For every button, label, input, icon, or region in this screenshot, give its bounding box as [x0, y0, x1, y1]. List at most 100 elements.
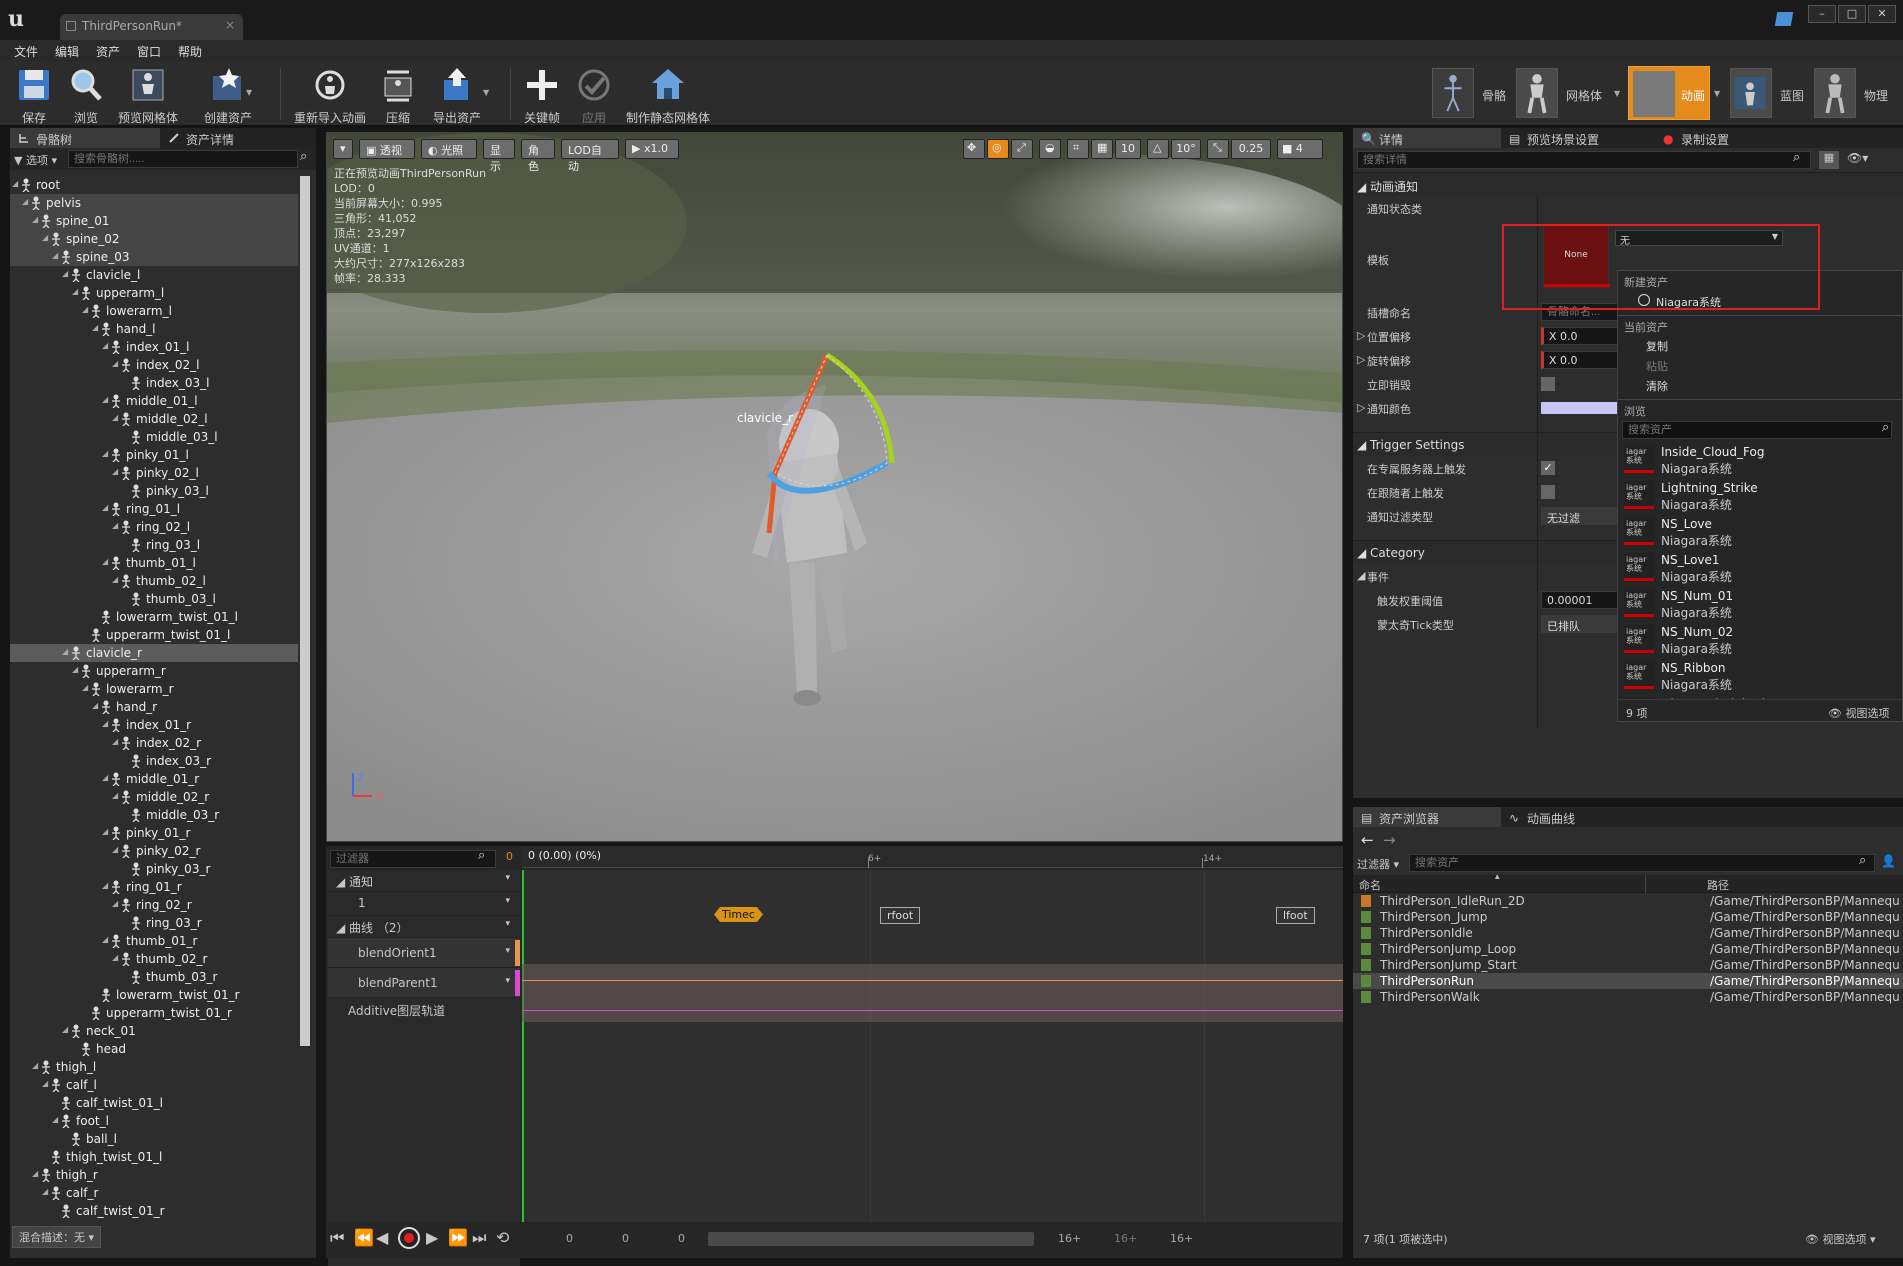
expand-arrow-icon[interactable]: ◢ — [102, 827, 108, 836]
loop-icon[interactable]: ⟲ — [496, 1228, 509, 1247]
expand-arrow-icon[interactable]: ◢ — [102, 719, 108, 728]
mesh-mode-dropdown-icon[interactable]: ▼ — [1614, 89, 1620, 98]
animation-mode-dropdown-icon[interactable]: ▼ — [1714, 89, 1720, 98]
bone-row[interactable]: middle_03_r — [10, 806, 298, 824]
tab-asset-details[interactable]: 资产详情 — [160, 128, 310, 148]
asset-row[interactable]: ThirdPersonWalk/Game/ThirdPersonBP/Manne… — [1353, 989, 1903, 1005]
bone-row[interactable]: lowerarm_twist_01_l — [10, 608, 298, 626]
grid-snap-icon[interactable]: ▦ — [1091, 139, 1113, 159]
expand-arrow-icon[interactable]: ◢ — [82, 683, 88, 692]
expand-arrow-icon[interactable]: ◢ — [62, 269, 68, 278]
lit-button[interactable]: ◐ 光照 — [421, 139, 477, 159]
grid-snap-value[interactable]: 10 — [1115, 139, 1141, 159]
server-checkbox-checked-icon[interactable]: ✓ — [1541, 461, 1555, 475]
notify-marker[interactable]: lfoot — [1276, 907, 1315, 924]
search-icon[interactable]: ⌕ — [300, 149, 307, 164]
bone-row[interactable]: ◢ thumb_01_r — [10, 932, 298, 950]
close-tab-icon[interactable]: × — [225, 18, 235, 32]
asset-list-item[interactable]: iagar 系统 NS_Num_01 Niagara系统 — [1618, 585, 1902, 621]
bone-row[interactable]: ◢ clavicle_r — [10, 644, 298, 662]
expand-arrow-icon[interactable]: ◢ — [42, 233, 48, 242]
create-asset-dropdown-icon[interactable]: ▼ — [246, 88, 252, 97]
timeline-scrollbar[interactable] — [708, 1232, 1034, 1246]
bone-row[interactable]: ◢ ring_02_l — [10, 518, 298, 536]
expand-arrow-icon[interactable]: ◢ — [32, 215, 38, 224]
track-notifies[interactable]: ◢ 通知 ▾ — [328, 870, 520, 892]
compress-button[interactable]: 压缩 — [374, 62, 422, 126]
tick-type-combo[interactable]: 已排队 — [1541, 615, 1619, 633]
bone-row[interactable]: ball_l — [10, 1130, 298, 1148]
world-local-icon[interactable]: ◒ — [1039, 139, 1061, 159]
minimize-button[interactable]: – — [1808, 5, 1836, 23]
browser-search-icon[interactable]: ⌕ — [1859, 853, 1866, 868]
bone-row[interactable]: ring_03_r — [10, 914, 298, 932]
bone-row[interactable]: ◢ spine_03 — [10, 248, 298, 266]
bone-row[interactable]: ◢ upperarm_l — [10, 284, 298, 302]
expand-arrow-icon[interactable]: ◢ — [92, 701, 98, 710]
bone-row[interactable]: ◢ upperarm_r — [10, 662, 298, 680]
bone-row[interactable]: ◢ neck_01 — [10, 1022, 298, 1040]
asset-list-item[interactable]: iagar 系统 NS_Love Niagara系统 — [1618, 513, 1902, 549]
expand-arrow-icon[interactable]: ◢ — [102, 557, 108, 566]
expand-arrow-icon[interactable]: ◢ — [112, 521, 118, 530]
bone-row[interactable]: lowerarm_twist_01_r — [10, 986, 298, 1004]
expand-arrow-icon[interactable]: ▷ — [1357, 401, 1365, 414]
bone-row[interactable]: pinky_03_l — [10, 482, 298, 500]
physics-mode-icon[interactable] — [1814, 68, 1856, 118]
bone-row[interactable]: upperarm_twist_01_l — [10, 626, 298, 644]
maximize-button[interactable]: □ — [1838, 5, 1866, 23]
range-end[interactable]: 16+ — [1170, 1232, 1193, 1245]
expand-arrow-icon[interactable]: ◢ — [32, 1169, 38, 1178]
track-blend-orient[interactable]: blendOrient1 ▾ — [328, 938, 520, 968]
asset-search-icon[interactable]: ⌕ — [1882, 420, 1889, 435]
asset-list-item[interactable]: iagar 系统 NS_Love1 Niagara系统 — [1618, 549, 1902, 585]
character-button[interactable]: 角色 — [521, 139, 555, 173]
track-area[interactable]: Timec rfoot lfoot — [522, 870, 1343, 1222]
bone-row[interactable]: ◢ calf_r — [10, 1184, 298, 1202]
expand-arrow-icon[interactable]: ◢ — [32, 1061, 38, 1070]
tree-scrollbar[interactable] — [300, 176, 310, 1046]
bone-row[interactable]: ◢ ring_01_r — [10, 878, 298, 896]
bone-row[interactable]: thumb_03_r — [10, 968, 298, 986]
options-dropdown[interactable]: ▼ 选项 ▾ — [14, 152, 57, 168]
copy-menu-item[interactable]: 复制 — [1618, 335, 1902, 355]
bone-row[interactable]: ◢ calf_l — [10, 1076, 298, 1094]
expand-arrow-icon[interactable]: ◢ — [62, 647, 68, 656]
expand-arrow-icon[interactable]: ◢ — [92, 323, 98, 332]
asset-row[interactable]: ThirdPersonIdle/Game/ThirdPersonBP/Manne… — [1353, 925, 1903, 941]
expand-arrow-icon[interactable]: ◢ — [112, 575, 118, 584]
bone-row[interactable]: ◢ ring_02_r — [10, 896, 298, 914]
preview-mesh-button[interactable]: 预览网格体 — [116, 62, 180, 126]
menu-file[interactable]: 文件 — [0, 40, 41, 60]
skeleton-mode-icon[interactable] — [1432, 68, 1474, 118]
bone-row[interactable]: ◢ middle_01_l — [10, 392, 298, 410]
record-button[interactable] — [398, 1227, 420, 1249]
tab-asset-browser[interactable]: ▤ 资产浏览器 — [1353, 807, 1501, 827]
expand-arrow-icon[interactable]: ◢ — [102, 503, 108, 512]
bone-row[interactable]: ring_03_l — [10, 536, 298, 554]
expand-arrow-icon[interactable]: ◢ — [102, 395, 108, 404]
lod-button[interactable]: LOD自动 — [561, 139, 619, 173]
expand-arrow-icon[interactable]: ◢ — [112, 953, 118, 962]
work-end[interactable]: 16+ — [1058, 1232, 1081, 1245]
export-asset-button[interactable]: 导出资产 — [428, 62, 486, 126]
bone-row[interactable]: ◢ foot_l — [10, 1112, 298, 1130]
expand-arrow-icon[interactable]: ◢ — [112, 737, 118, 746]
browser-view-options[interactable]: 👁 视图选项 ▾ — [1805, 1231, 1876, 1247]
expand-arrow-icon[interactable]: ◢ — [42, 1079, 48, 1088]
mode-blueprint-label[interactable]: 蓝图 — [1780, 87, 1804, 104]
bone-row[interactable]: ◢ index_01_r — [10, 716, 298, 734]
scale-snap-value[interactable]: 0.25 — [1231, 139, 1271, 159]
clear-menu-item[interactable]: 清除 — [1618, 375, 1902, 395]
expand-arrow-icon[interactable]: ◢ — [52, 1115, 58, 1124]
animation-mode-tab[interactable]: 动画 — [1628, 66, 1710, 120]
playback-speed-button[interactable]: ▶ x1.0 — [625, 139, 679, 159]
bone-row[interactable]: ◢ spine_01 — [10, 212, 298, 230]
asset-search-input[interactable] — [1622, 421, 1892, 439]
bone-row[interactable]: ◢ hand_r — [10, 698, 298, 716]
bone-row[interactable]: ◢ ring_01_l — [10, 500, 298, 518]
first-frame-icon[interactable]: ⏮ — [330, 1228, 344, 1248]
mode-mesh-label[interactable]: 网格体 — [1566, 87, 1602, 104]
work-start[interactable]: 0 — [678, 1232, 685, 1245]
expand-arrow-icon[interactable]: ◢ — [72, 287, 78, 296]
